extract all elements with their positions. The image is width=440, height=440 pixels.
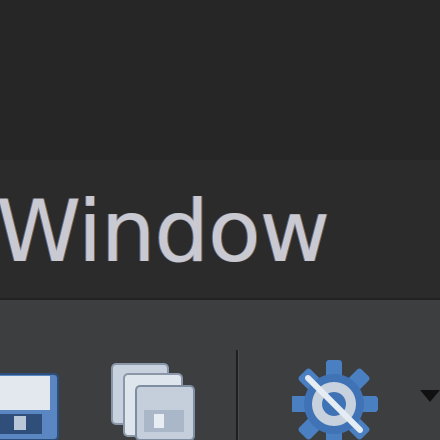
title-bar	[0, 0, 440, 160]
toolbar-separator	[236, 350, 239, 440]
app-window: Window	[0, 0, 440, 440]
settings-button[interactable]	[292, 352, 378, 440]
dropdown-button[interactable]	[414, 352, 440, 440]
chevron-down-icon	[420, 390, 440, 402]
save-icon	[0, 373, 59, 440]
gear-icon	[292, 360, 378, 440]
menu-item-window[interactable]: Window	[0, 182, 330, 282]
save-all-icon	[111, 363, 195, 440]
toolbar	[0, 300, 440, 440]
save-all-button[interactable]	[104, 352, 200, 440]
save-button[interactable]	[0, 352, 64, 440]
